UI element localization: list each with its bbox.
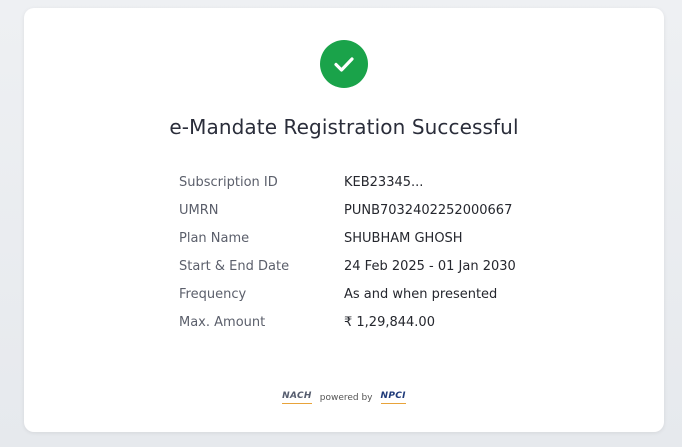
success-badge (320, 40, 368, 88)
detail-value: SHUBHAM GHOSH (344, 230, 463, 246)
detail-label: Start & End Date (179, 258, 290, 274)
detail-label: Subscription ID (179, 174, 278, 190)
detail-value: PUNB7032402252000667 (344, 202, 513, 218)
check-icon (334, 57, 354, 72)
powered-by-text: powered by (319, 392, 373, 403)
detail-label: Max. Amount (179, 314, 266, 330)
mandate-details: Subscription ID KEB23345... UMRN PUNB703… (179, 168, 579, 336)
detail-label: Plan Name (179, 230, 250, 246)
detail-value: 24 Feb 2025 - 01 Jan 2030 (344, 258, 516, 274)
powered-by-footer: NACH powered by NPCI (24, 391, 664, 404)
detail-row-frequency: Frequency As and when presented (179, 280, 579, 308)
detail-label: UMRN (179, 202, 219, 218)
detail-row-date-range: Start & End Date 24 Feb 2025 - 01 Jan 20… (179, 252, 579, 280)
nach-logo: NACH (282, 391, 312, 404)
detail-row-plan-name: Plan Name SHUBHAM GHOSH (179, 224, 579, 252)
detail-value: KEB23345... (344, 174, 424, 190)
page-title: e-Mandate Registration Successful (169, 115, 519, 139)
detail-row-max-amount: Max. Amount ₹ 1,29,844.00 (179, 308, 579, 336)
detail-label: Frequency (179, 286, 247, 302)
detail-value: As and when presented (344, 286, 498, 302)
detail-row-umrn: UMRN PUNB7032402252000667 (179, 196, 579, 224)
success-card: e-Mandate Registration Successful Subscr… (24, 8, 664, 432)
detail-row-subscription-id: Subscription ID KEB23345... (179, 168, 579, 196)
detail-value: ₹ 1,29,844.00 (344, 314, 435, 330)
npci-logo: NPCI (380, 391, 406, 404)
